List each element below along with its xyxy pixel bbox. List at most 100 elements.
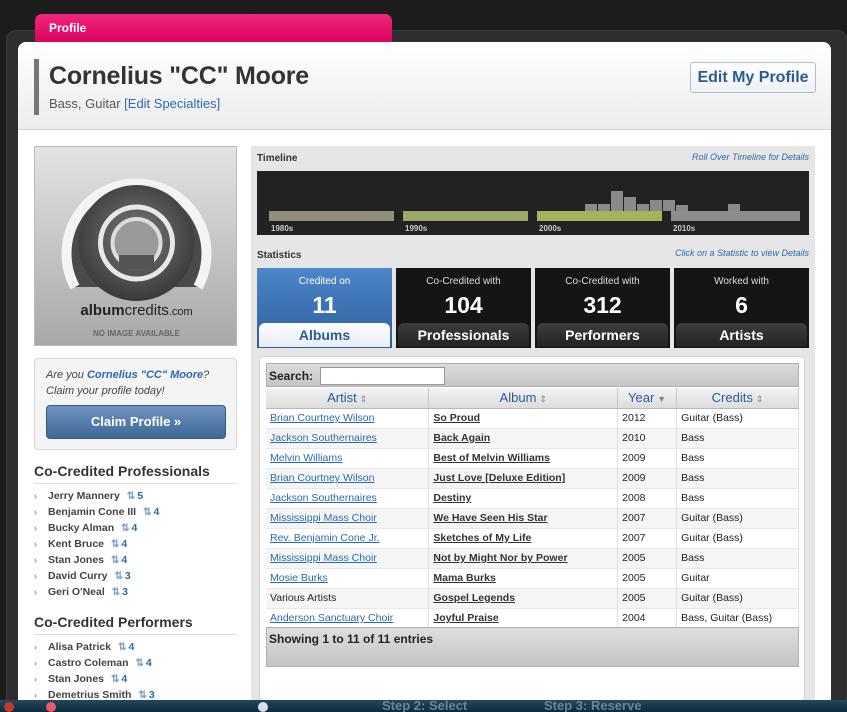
album-link[interactable]: So Proud	[428, 408, 619, 429]
details-column: Timeline Roll Over Timeline for Details …	[251, 146, 815, 712]
table-row: Melvin Williams Best of Melvin Williams 20…	[266, 448, 799, 469]
performer-name[interactable]: Stan Jones	[48, 673, 104, 685]
column-header-year[interactable]: Year ▼	[617, 388, 678, 409]
specialties-text: Bass, Guitar	[49, 96, 121, 111]
timeline-decade-segment[interactable]	[537, 211, 662, 221]
artist-cell: Brian Courtney Wilson	[266, 468, 430, 489]
timeline-decade-segment[interactable]	[403, 211, 528, 221]
stat-number: 6	[735, 292, 748, 318]
album-link[interactable]: Destiny	[428, 488, 619, 509]
search-label: Search:	[269, 369, 314, 383]
credit-count: ⇅ 4	[143, 506, 159, 518]
edit-specialties-link[interactable]: [Edit Specialties]	[124, 96, 220, 111]
credit-count: ⇅ 4	[118, 641, 134, 653]
album-link[interactable]: Joyful Praise	[428, 608, 619, 629]
performer-name[interactable]: Alisa Patrick	[48, 641, 111, 653]
album-link[interactable]: Best of Melvin Williams	[428, 448, 619, 469]
column-header-album[interactable]: Album ⇕	[428, 388, 619, 409]
link-icon: ⇅	[138, 689, 147, 701]
album-link[interactable]: We Have Seen His Star	[428, 508, 619, 529]
stat-tab-artists[interactable]: Worked with 6 Artists	[674, 268, 809, 348]
professional-item[interactable]: › Benjamin Cone III ⇅ 4	[34, 504, 237, 520]
professional-item[interactable]: › David Curry ⇅ 3	[34, 568, 237, 584]
credit-count-value: 4	[128, 641, 135, 653]
professional-name[interactable]: Kent Bruce	[48, 538, 104, 550]
taskbar-item[interactable]: Step 2: Select	[382, 700, 467, 712]
credit-count-value: 5	[137, 490, 144, 502]
timeline-year-bar[interactable]	[598, 204, 610, 211]
timeline-decade-segment[interactable]	[671, 211, 800, 221]
professional-item[interactable]: › Jerry Mannery ⇅ 5	[34, 488, 237, 504]
performer-name[interactable]: Castro Coleman	[48, 657, 129, 669]
stat-number: 104	[444, 292, 483, 318]
professional-item[interactable]: › Kent Bruce ⇅ 4	[34, 536, 237, 552]
timeline-year-bar[interactable]	[585, 204, 597, 211]
search-input[interactable]	[320, 367, 445, 385]
stat-tab-albums[interactable]: Credited on 11 Albums	[257, 268, 392, 348]
credits-cell: Bass	[676, 468, 799, 489]
timeline-year-bar[interactable]	[624, 197, 636, 211]
artist-link[interactable]: Rev. Benjamin Cone Jr.	[270, 532, 380, 544]
app-icon[interactable]	[4, 702, 14, 712]
timeline-year-bar[interactable]	[637, 204, 649, 211]
timeline-year-bar[interactable]	[676, 205, 688, 211]
album-link[interactable]: Back Again	[428, 428, 619, 449]
artist-link[interactable]: Melvin Williams	[270, 452, 342, 464]
professional-name[interactable]: Benjamin Cone III	[48, 506, 136, 518]
stat-tab-professionals[interactable]: Co-Credited with 104 Professionals	[396, 268, 531, 348]
professional-name[interactable]: Jerry Mannery	[48, 490, 120, 502]
link-icon: ⇅	[135, 657, 144, 669]
professional-name[interactable]: Bucky Alman	[48, 522, 114, 534]
table-search-bar: Search:	[266, 363, 799, 387]
performer-item[interactable]: › Stan Jones ⇅ 4	[34, 671, 237, 687]
artist-link[interactable]: Jackson Southernaires	[270, 432, 377, 444]
timeline-year-bar[interactable]	[611, 191, 623, 211]
professional-item[interactable]: › Stan Jones ⇅ 4	[34, 552, 237, 568]
artist-link[interactable]: Brian Courtney Wilson	[270, 412, 374, 424]
credit-count-value: 3	[124, 570, 131, 582]
timeline-chart[interactable]: 1980s 1990s 2000s 2010s	[257, 171, 809, 235]
artist-link[interactable]: Mississippi Mass Choir	[270, 552, 377, 564]
app-icon[interactable]	[46, 702, 56, 712]
credit-count-value: 4	[131, 522, 138, 534]
app-icon[interactable]	[258, 702, 268, 712]
professional-name[interactable]: David Curry	[48, 570, 108, 582]
taskbar-item[interactable]: Step 3: Reserve	[544, 700, 642, 712]
artist-link[interactable]: Brian Courtney Wilson	[270, 472, 374, 484]
artist-text: Various Artists	[270, 592, 337, 604]
claim-profile-button[interactable]: Claim Profile »	[46, 405, 226, 439]
professional-item[interactable]: › Bucky Alman ⇅ 4	[34, 520, 237, 536]
album-link[interactable]: Not by Might Nor by Power	[428, 548, 619, 569]
professional-name[interactable]: Stan Jones	[48, 554, 104, 566]
claim-profile-box: Are you Cornelius "CC" Moore? Claim your…	[34, 358, 237, 450]
album-link[interactable]: Just Love [Deluxe Edition]	[428, 468, 619, 489]
entries-info: Showing 1 to 11 of 11 entries	[269, 632, 434, 646]
timeline-decade-segment[interactable]	[269, 211, 394, 221]
profile-tab[interactable]: Profile	[35, 14, 392, 44]
artist-link[interactable]: Jackson Southernaires	[270, 492, 377, 504]
stat-tab-performers[interactable]: Co-Credited with 312 Performers	[535, 268, 670, 348]
table-row: Mosie Burks Mama Burks 2005 Guitar	[266, 568, 799, 589]
performer-item[interactable]: › Castro Coleman ⇅ 4	[34, 655, 237, 671]
edit-profile-button[interactable]: Edit My Profile	[690, 62, 816, 93]
professional-item[interactable]: › Geri O'Neal ⇅ 3	[34, 584, 237, 600]
link-icon: ⇅	[126, 490, 136, 502]
column-header-credits[interactable]: Credits ⇕	[676, 388, 799, 409]
album-link[interactable]: Mama Burks	[428, 568, 619, 589]
professional-name[interactable]: Geri O'Neal	[48, 586, 105, 598]
timeline-year-bar[interactable]	[650, 200, 662, 211]
stat-caption: Co-Credited with	[565, 276, 640, 287]
performer-item[interactable]: › Alisa Patrick ⇅ 4	[34, 639, 237, 655]
album-link[interactable]: Sketches of My Life	[428, 528, 619, 549]
artist-cell: Jackson Southernaires	[266, 428, 430, 449]
artist-cell: Anderson Sanctuary Choir	[266, 608, 430, 629]
artist-link[interactable]: Anderson Sanctuary Choir	[270, 612, 393, 624]
column-header-artist[interactable]: Artist ⇕	[266, 388, 430, 409]
year-cell: 2007	[617, 528, 678, 549]
timeline-year-bar[interactable]	[728, 204, 740, 211]
timeline-year-bar[interactable]	[663, 200, 675, 211]
no-image-text: NO IMAGE AVAILABLE	[93, 329, 180, 338]
artist-link[interactable]: Mississippi Mass Choir	[270, 512, 377, 524]
album-link[interactable]: Gospel Legends	[428, 588, 619, 609]
artist-link[interactable]: Mosie Burks	[270, 572, 328, 584]
